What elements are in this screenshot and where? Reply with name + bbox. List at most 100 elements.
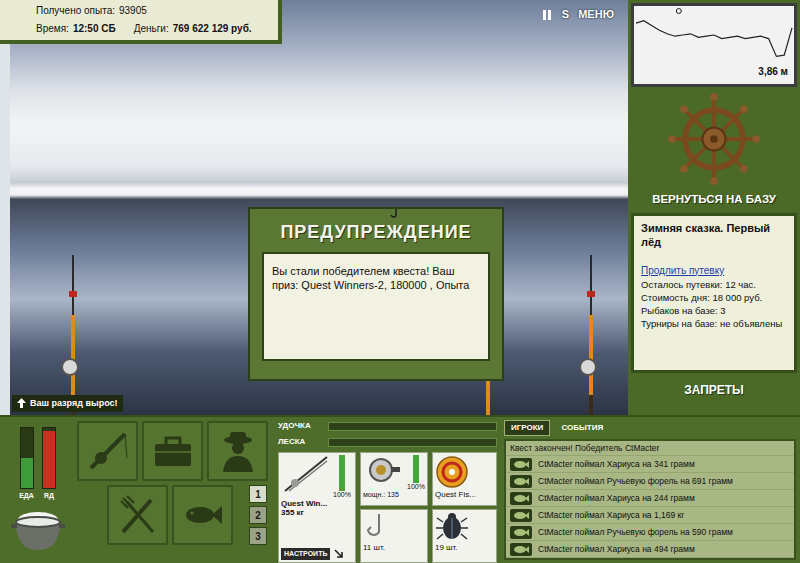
setup-button[interactable]: НАСТРОИТЬ [281, 548, 330, 561]
rank-notice-text: Ваш разряд вырос! [30, 397, 118, 411]
slot-button[interactable]: 3 [249, 527, 267, 545]
experience-label: Получено опыта: [36, 4, 115, 17]
depth-profile-line [636, 21, 792, 57]
fishing-rod-icon[interactable] [478, 378, 498, 415]
action-buttons: 1 2 3 [75, 417, 275, 563]
rod-slot[interactable]: 100%Quest Win...355 кгНАСТРОИТЬ [278, 452, 356, 563]
chat-message-text: CtMacter поймал Ручьевую форель на 691 г… [538, 475, 733, 488]
hook-count: 11 шт. [363, 542, 425, 554]
meter-label: ЕДА [19, 491, 34, 502]
bans-button[interactable]: ЗАПРЕТЫ [684, 381, 744, 399]
arrow-icon[interactable] [334, 548, 343, 560]
chat-message: CtMacter поймал Хариуса на 341 грамм [506, 456, 794, 473]
tension-bar: ЛЕСКА [278, 436, 497, 448]
meter-track [20, 427, 34, 489]
base-title: Зимняя сказка. Первый лёд [641, 222, 787, 250]
menu-button[interactable]: МЕНЮ [578, 6, 614, 23]
extend-permit-link[interactable]: Продлить путевку [641, 264, 724, 278]
reel-power: мощн.: 135 [363, 491, 425, 499]
fishing-scene: Получено опыта:93905Время:12:50 СБДеньги… [0, 0, 628, 415]
chat-message: CtMacter поймал Хариуса на 494 грамм [506, 541, 794, 558]
warning-dialog: ПРЕДУПРЕЖДЕНИЕВы стали победителем квест… [248, 207, 504, 381]
chat-panel: ИГРОКИСОБЫТИЯ Квест закончен! Победитель … [500, 417, 800, 563]
money-label: Деньги: [134, 22, 169, 35]
chat-list: Квест закончен! Победитель CtMacterCtMac… [504, 439, 796, 560]
fish-icon [510, 475, 532, 488]
experience-row: Получено опыта: 93905 [36, 4, 270, 17]
fisherman-icon[interactable] [207, 421, 268, 481]
rod-name: Quest Win... [281, 499, 353, 509]
tension-track [328, 422, 497, 431]
hook-icon [390, 209, 402, 221]
tackle-box-icon[interactable] [142, 421, 203, 481]
rod-top: 100% [281, 455, 353, 499]
bait-slot[interactable]: 19 шт. [432, 509, 497, 563]
slot-button[interactable]: 1 [249, 485, 267, 503]
pot-icon[interactable] [10, 508, 66, 552]
base-fact: Осталось путевки: 12 час. [641, 279, 787, 292]
reel-top: 100% [363, 455, 425, 491]
fish-icon [510, 509, 532, 522]
line-spool-icon [435, 455, 494, 489]
tackle-panel: УДОЧКА ЛЕСКА 100%Quest Win...355 кгНАСТРОИ… [275, 417, 500, 563]
rod-icon [281, 455, 329, 493]
meter-fill [21, 458, 33, 488]
fish-icon [510, 543, 532, 556]
arrow-up-icon [17, 397, 26, 411]
needs-meters: ЕДА ЯД [0, 417, 75, 563]
fish-icon [510, 526, 532, 539]
fishing-rod-icon[interactable] [576, 255, 606, 415]
money-field: Деньги:769 622 129 руб. [134, 22, 252, 35]
tension-label: ЛЕСКА [278, 436, 324, 448]
game-area: Получено опыта:93905Время:12:50 СБДеньги… [0, 0, 800, 415]
meter-label: ЯД [44, 491, 54, 502]
tension-label: УДОЧКА [278, 420, 324, 432]
chat-message: CtMacter поймал Хариуса на 1,169 кг [506, 507, 794, 524]
bait-count: 19 шт. [435, 542, 494, 554]
chat-message: CtMacter поймал Ручьевую форель на 691 г… [506, 473, 794, 490]
meter: ЯД [42, 427, 56, 502]
slot-buttons: 1 2 3 [249, 485, 267, 545]
rank-notice: Ваш разряд вырос! [12, 395, 123, 413]
fish-icon[interactable] [172, 485, 233, 545]
chat-tab[interactable]: СОБЫТИЯ [554, 420, 610, 436]
ship-wheel-icon[interactable] [666, 91, 762, 187]
sound-button[interactable]: S [562, 6, 569, 23]
dialog-title: ПРЕДУПРЕЖДЕНИЕ [254, 219, 498, 246]
experience-field: Получено опыта: 93905 [36, 4, 147, 17]
chat-tabs: ИГРОКИСОБЫТИЯ [504, 420, 796, 436]
fishing-rod-icon[interactable] [58, 255, 88, 415]
condition-track [339, 455, 345, 491]
reel-slot[interactable]: 100%мощн.: 135 [360, 452, 428, 506]
condition-label: 100% [333, 491, 351, 499]
chat-tab[interactable]: ИГРОКИ [504, 420, 550, 436]
line-slot[interactable]: Quest Fis... [432, 452, 497, 506]
reel-icon [363, 455, 403, 485]
depth-chart: 3,86 м [631, 3, 797, 87]
experience-value: 93905 [119, 4, 147, 17]
depth-chart-plot [634, 6, 794, 64]
meter-fill [43, 431, 55, 488]
chat-message-text: Квест закончен! Победитель CtMacter [510, 442, 659, 455]
knife-fork-icon[interactable] [107, 485, 168, 545]
line-name: Quest Fis... [435, 489, 494, 501]
fish-icon [510, 492, 532, 505]
rod-icon[interactable] [77, 421, 138, 481]
tension-bar: УДОЧКА [278, 420, 497, 432]
chat-message-text: CtMacter поймал Хариуса на 1,169 кг [538, 509, 684, 522]
stats-panel: Получено опыта:93905Время:12:50 СБДеньги… [0, 0, 282, 44]
float-marker [676, 9, 681, 14]
hook-slot[interactable]: 11 шт. [360, 509, 428, 563]
condition-label: 100% [407, 483, 425, 491]
time-value: 12:50 СБ [73, 22, 116, 35]
action-row: 1 2 3 [77, 485, 275, 545]
condition-fill [339, 455, 345, 491]
action-row [77, 421, 275, 481]
slot-button[interactable]: 2 [249, 506, 267, 524]
return-to-base-button[interactable]: ВЕРНУТЬСЯ НА БАЗУ [652, 191, 776, 208]
dialog-header: ПРЕДУПРЕЖДЕНИЕ [250, 209, 502, 250]
chat-message-text: CtMacter поймал Хариуса на 244 грамм [538, 492, 695, 505]
base-info: Зимняя сказка. Первый лёд Продлить путевк… [631, 213, 797, 373]
setup-row: НАСТРОИТЬ [281, 548, 353, 561]
pause-icon[interactable] [541, 6, 553, 23]
